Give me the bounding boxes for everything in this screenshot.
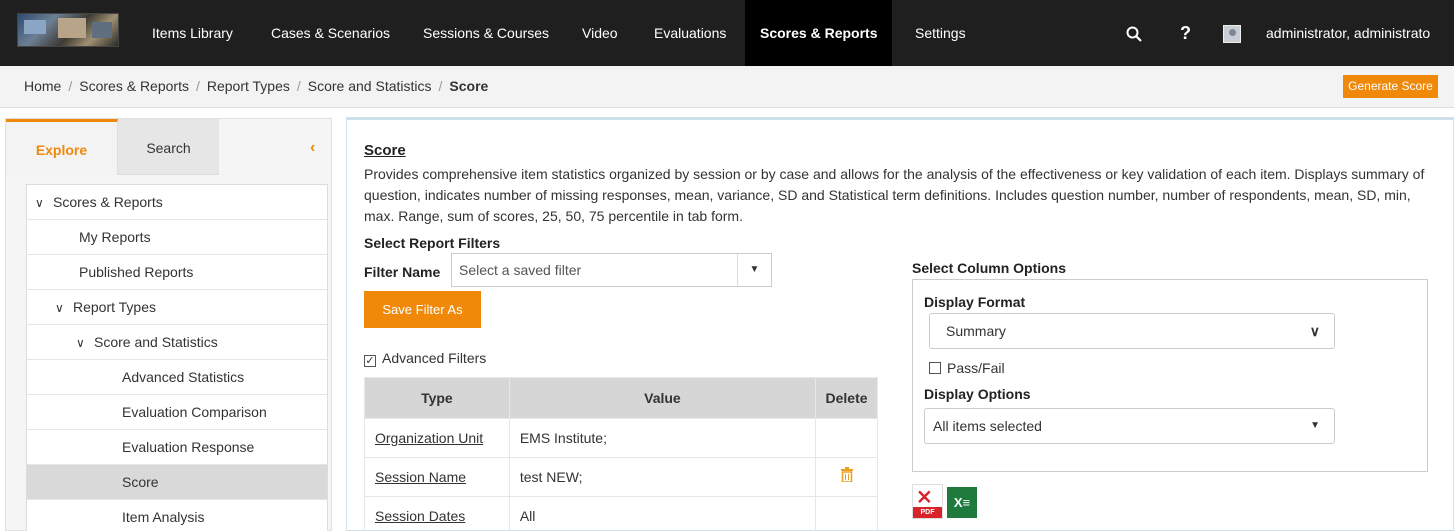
- nav-sessions-courses[interactable]: Sessions & Courses: [423, 0, 549, 66]
- report-description: Provides comprehensive item statistics o…: [364, 166, 1425, 224]
- tree-item-report-types[interactable]: ∨ Report Types: [27, 290, 327, 325]
- chevron-down-icon: ∨: [35, 196, 44, 210]
- breadcrumb-home[interactable]: Home: [24, 78, 61, 94]
- tree-item-advanced-statistics[interactable]: Advanced Statistics: [27, 360, 327, 395]
- chevron-down-icon: ∨: [55, 301, 64, 315]
- caret-down-icon: ▼: [1310, 420, 1320, 431]
- column-header-type: Type: [364, 377, 510, 419]
- checkbox-unchecked[interactable]: [929, 362, 941, 374]
- filters-table: Type Value Delete Organization Unit EMS …: [364, 377, 878, 531]
- checkbox-checked[interactable]: ✓: [364, 355, 376, 367]
- generate-score-button[interactable]: Generate Score: [1343, 75, 1438, 98]
- nav-items-library[interactable]: Items Library: [152, 0, 233, 66]
- filter-name-select[interactable]: Select a saved filter ▼: [451, 253, 772, 287]
- display-format-label: Display Format: [924, 294, 1026, 310]
- tree-nav: ∨ Scores & Reports My Reports Published R…: [26, 184, 328, 531]
- breadcrumb-scores-reports[interactable]: Scores & Reports: [79, 78, 189, 94]
- tree-item-item-analysis[interactable]: Item Analysis: [27, 500, 327, 531]
- trash-icon[interactable]: [840, 467, 853, 486]
- save-filter-button[interactable]: Save Filter As: [364, 291, 481, 328]
- tree-item-published-reports[interactable]: Published Reports: [27, 255, 327, 290]
- tree-item-score[interactable]: Score: [27, 465, 327, 500]
- nav-evaluations[interactable]: Evaluations: [654, 0, 726, 66]
- logo[interactable]: [17, 13, 119, 47]
- delete-cell: [815, 418, 878, 458]
- breadcrumb-score-statistics[interactable]: Score and Statistics: [308, 78, 432, 94]
- pass-fail-checkbox[interactable]: Pass/Fail: [929, 360, 1005, 376]
- column-header-delete: Delete: [815, 377, 878, 419]
- display-format-select[interactable]: Summary ∨: [929, 313, 1335, 349]
- table-row: Session Dates All: [364, 496, 878, 531]
- advanced-filters-checkbox[interactable]: ✓ Advanced Filters: [364, 350, 486, 367]
- filter-name-label: Filter Name: [364, 264, 441, 280]
- chevron-down-icon: ∨: [76, 336, 85, 350]
- caret-down-icon: ▼: [737, 254, 771, 286]
- tab-search[interactable]: Search: [118, 119, 219, 175]
- breadcrumb-current: Score: [449, 78, 489, 94]
- pdf-export-icon[interactable]: ⨯ PDF: [912, 484, 943, 519]
- column-options-heading: Select Column Options: [912, 260, 1067, 276]
- table-row: Organization Unit EMS Institute;: [364, 418, 878, 458]
- main-panel: Score Provides comprehensive item statis…: [346, 117, 1454, 531]
- search-icon[interactable]: [1126, 0, 1142, 66]
- filter-value: EMS Institute;: [508, 418, 817, 458]
- column-options-box: Display Format Summary ∨ Pass/Fail Displ…: [912, 279, 1428, 472]
- filter-type-link[interactable]: Session Dates: [375, 508, 465, 524]
- excel-export-icon[interactable]: X≡: [947, 487, 977, 518]
- breadcrumb: Home / Scores & Reports / Report Types / Score…: [24, 78, 489, 94]
- tab-explore[interactable]: Explore: [6, 119, 118, 175]
- chevron-left-icon[interactable]: ‹: [310, 139, 315, 157]
- filter-type-link[interactable]: Organization Unit: [375, 430, 483, 446]
- avatar[interactable]: [1223, 25, 1241, 43]
- tree-item-evaluation-response[interactable]: Evaluation Response: [27, 430, 327, 465]
- page-title: Score: [364, 142, 406, 159]
- nav-video[interactable]: Video: [582, 0, 618, 66]
- left-panel: Explore Search ‹ ∨ Scores & Reports My Re…: [5, 118, 332, 531]
- filter-type-link[interactable]: Session Name: [375, 469, 466, 485]
- user-menu[interactable]: administrator, administrato: [1266, 0, 1454, 66]
- delete-cell: [815, 457, 878, 497]
- nav-scores-reports[interactable]: Scores & Reports: [745, 0, 893, 66]
- filter-value: test NEW;: [508, 457, 817, 497]
- breadcrumb-bar: Home / Scores & Reports / Report Types / Score…: [0, 66, 1454, 108]
- tree-item-scores-reports[interactable]: ∨ Scores & Reports: [27, 185, 327, 220]
- tree-item-evaluation-comparison[interactable]: Evaluation Comparison: [27, 395, 327, 430]
- breadcrumb-report-types[interactable]: Report Types: [207, 78, 290, 94]
- nav-cases-scenarios[interactable]: Cases & Scenarios: [271, 0, 390, 66]
- table-row: Session Name test NEW;: [364, 457, 878, 497]
- tree-item-score-statistics[interactable]: ∨ Score and Statistics: [27, 325, 327, 360]
- tree-item-my-reports[interactable]: My Reports: [27, 220, 327, 255]
- display-options-label: Display Options: [924, 386, 1031, 402]
- select-filters-heading: Select Report Filters: [364, 235, 501, 251]
- top-navigation-bar: Items Library Cases & Scenarios Sessions…: [0, 0, 1454, 66]
- help-icon[interactable]: ?: [1180, 0, 1191, 66]
- column-header-value: Value: [508, 377, 817, 419]
- display-options-select[interactable]: All items selected ▼: [924, 408, 1335, 444]
- nav-settings[interactable]: Settings: [915, 0, 966, 66]
- delete-cell: [815, 496, 878, 531]
- chevron-down-icon: ∨: [1309, 323, 1320, 339]
- filter-value: All: [508, 496, 817, 531]
